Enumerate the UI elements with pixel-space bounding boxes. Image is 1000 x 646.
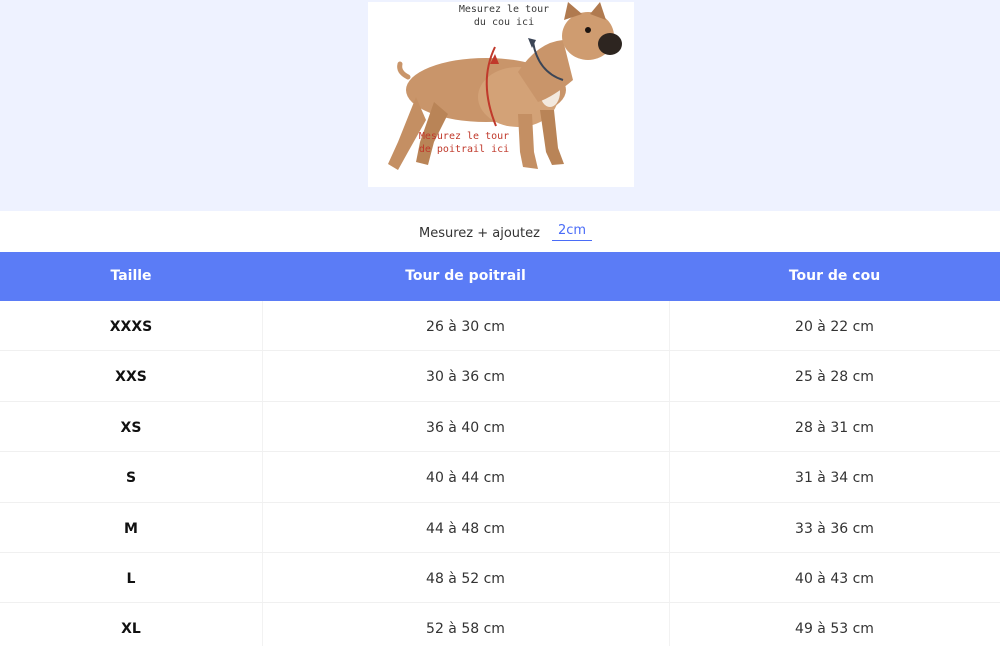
cell-chest: 52 à 58 cm [426,621,505,638]
neck-note-line-2: du cou ici [473,17,535,28]
table-row: S 40 à 44 cm 31 à 34 cm [0,452,1000,503]
cell-chest: 44 à 48 cm [426,520,505,537]
cell-neck: 33 à 36 cm [795,520,874,537]
table-row: XL 52 à 58 cm 49 à 53 cm [0,603,1000,646]
dog-muzzle [598,33,622,55]
chest-note-line-2: de poitrail ici [418,144,510,155]
neck-measure-note: Mesurez le tour du cou ici [454,3,554,29]
table-row: L 48 à 52 cm 40 à 43 cm [0,553,1000,604]
measure-hint: Mesurez + ajoutez 2cm [0,211,1000,252]
cell-neck: 40 à 43 cm [795,570,874,587]
cell-chest: 48 à 52 cm [426,570,505,587]
cell-size: XL [121,621,141,638]
cell-neck: 25 à 28 cm [795,369,874,386]
cell-neck: 31 à 34 cm [795,470,874,487]
header-size: Taille [110,268,152,284]
header-chest: Tour de poitrail [405,268,526,284]
cell-chest: 36 à 40 cm [426,419,505,436]
measure-value-tab[interactable]: 2cm [551,223,593,241]
dog-illustration [388,2,622,170]
size-table-body: XXXS 26 à 30 cm 20 à 22 cm XXS 30 à 36 c… [0,301,1000,646]
cell-size: XS [120,419,142,436]
size-table-header: Taille Tour de poitrail Tour de cou [0,252,1000,301]
cell-neck: 49 à 53 cm [795,621,874,638]
header-neck: Tour de cou [788,268,881,284]
table-row: M 44 à 48 cm 33 à 36 cm [0,503,1000,553]
cell-size: XXS [115,369,147,386]
cell-neck: 20 à 22 cm [795,319,874,335]
measure-label: Mesurez + ajoutez [419,226,540,241]
table-row: XXS 30 à 36 cm 25 à 28 cm [0,351,1000,402]
chest-measure-note: Mesurez le tour de poitrail ici [414,130,514,156]
table-row: XS 36 à 40 cm 28 à 31 cm [0,402,1000,453]
size-guide-page: Mesurez le tour du cou ici Mesurez le to… [0,0,1000,646]
cell-neck: 28 à 31 cm [795,419,874,436]
cell-size: XXXS [109,319,153,335]
hero-banner: Mesurez le tour du cou ici Mesurez le to… [0,0,1000,211]
cell-size: L [126,570,136,587]
table-row: XXXS 26 à 30 cm 20 à 22 cm [0,301,1000,352]
cell-size: M [124,520,138,537]
cell-chest: 30 à 36 cm [426,369,505,386]
chest-note-line-1: Mesurez le tour [418,131,510,142]
cell-chest: 26 à 30 cm [426,319,505,335]
dog-measurement-illustration: Mesurez le tour du cou ici Mesurez le to… [368,2,634,187]
cell-chest: 40 à 44 cm [426,470,505,487]
neck-note-line-1: Mesurez le tour [458,4,550,15]
cell-size: S [125,470,137,487]
